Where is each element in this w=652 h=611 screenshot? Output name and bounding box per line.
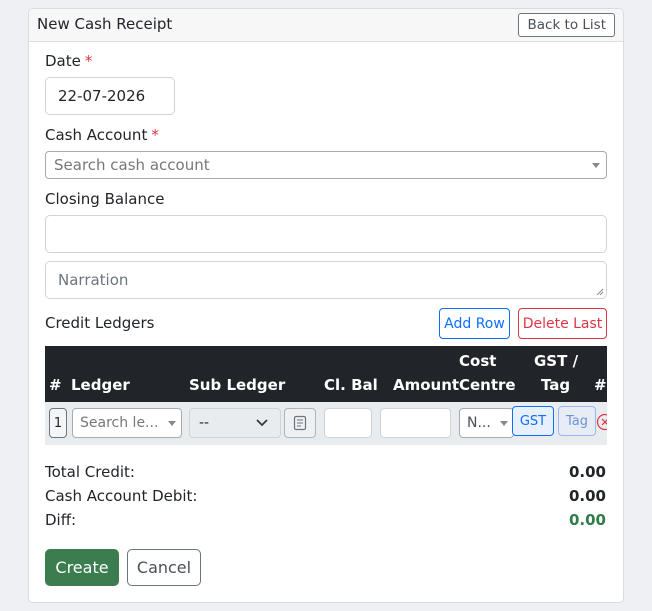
row-number-badge: 1 [49, 408, 67, 438]
cost-centre-select[interactable]: N... [459, 408, 514, 438]
cash-account-label: Cash Account * [45, 126, 159, 144]
delete-last-button[interactable]: Delete Last [518, 308, 607, 339]
closing-balance-field [45, 215, 607, 253]
col-cost-centre-header: Cost [459, 352, 497, 370]
diff-value: 0.00 [568, 511, 606, 529]
gst-button[interactable]: GST [512, 406, 554, 436]
cash-account-select[interactable]: Search cash account [45, 151, 607, 179]
col-amount-header: Amount [393, 376, 460, 394]
create-button[interactable]: Create [45, 549, 119, 586]
amount-input[interactable] [380, 408, 451, 438]
chevron-down-icon [500, 421, 508, 426]
tag-button[interactable]: Tag [558, 406, 596, 436]
col-sub-ledger-header: Sub Ledger [189, 376, 286, 394]
document-icon [293, 415, 307, 431]
card-header: New Cash Receipt Back to List [29, 9, 623, 42]
credit-ledger-table: # Ledger Sub Ledger Cl. Bal Amount Cost … [45, 346, 607, 445]
total-credit-label: Total Credit: [45, 463, 135, 481]
closing-balance-label: Closing Balance [45, 190, 165, 208]
add-row-button[interactable]: Add Row [439, 308, 510, 339]
required-mark: * [84, 52, 93, 70]
resize-handle-icon[interactable] [596, 288, 604, 296]
chevron-down-icon [168, 421, 176, 426]
chevron-down-icon [256, 419, 268, 427]
chevron-down-icon [592, 163, 600, 168]
col-cost-centre-header-2: Centre [459, 376, 516, 394]
diff-label: Diff: [45, 511, 77, 529]
col-gst-tag-header: GST / [534, 352, 579, 370]
narration-textarea[interactable]: Narration [45, 261, 607, 299]
table-row: 1 Search le... -- N... GST Tag [45, 402, 607, 445]
col-ledger-header: Ledger [71, 376, 130, 394]
col-gst-tag-header-2: Tag [541, 376, 571, 394]
required-mark: * [151, 126, 159, 144]
ledger-details-button[interactable] [284, 408, 316, 438]
back-to-list-button[interactable]: Back to List [518, 13, 615, 37]
table-header: # Ledger Sub Ledger Cl. Bal Amount Cost … [45, 346, 607, 402]
credit-ledgers-title: Credit Ledgers [45, 314, 155, 332]
cash-receipt-card: New Cash Receipt Back to List Date * 22-0… [28, 8, 624, 603]
remove-row-icon[interactable] [596, 413, 607, 431]
ledger-select[interactable]: Search le... [72, 408, 182, 438]
closing-balance-input[interactable] [324, 408, 372, 438]
cash-debit-label: Cash Account Debit: [45, 487, 198, 505]
cash-debit-value: 0.00 [568, 487, 606, 505]
col-action-header: # [594, 376, 607, 394]
sub-ledger-select[interactable]: -- [189, 408, 281, 438]
cancel-button[interactable]: Cancel [127, 549, 201, 586]
date-input[interactable]: 22-07-2026 [45, 77, 175, 115]
col-cl-bal-header: Cl. Bal [324, 376, 378, 394]
total-credit-value: 0.00 [568, 463, 606, 481]
col-number-header: # [49, 376, 62, 394]
page-title: New Cash Receipt [37, 15, 173, 33]
date-label: Date * [45, 52, 93, 70]
